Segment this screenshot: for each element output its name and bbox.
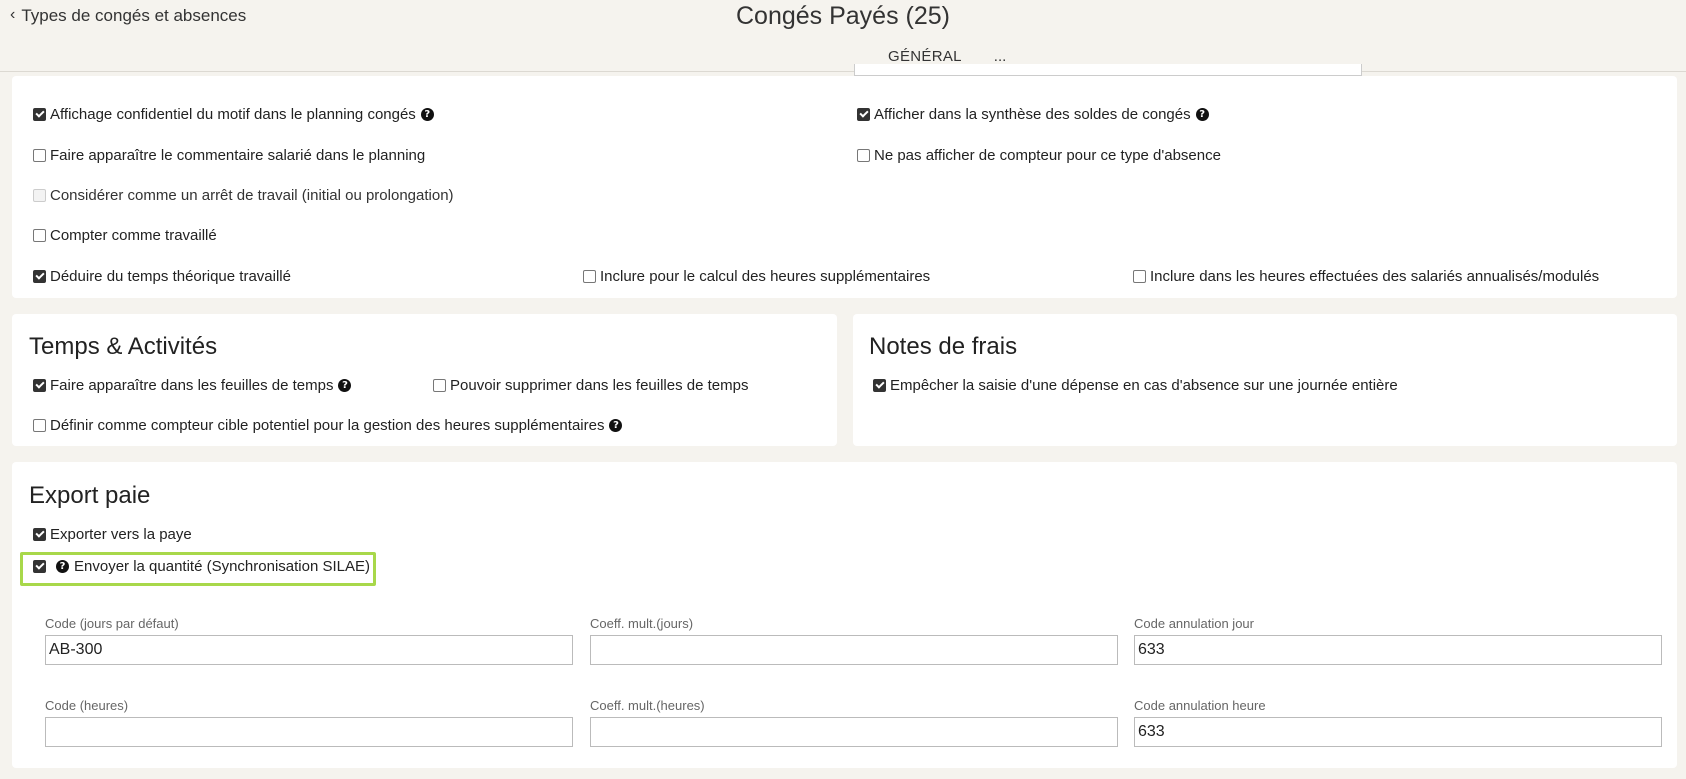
help-icon[interactable]: ? — [1195, 108, 1209, 121]
option-work-stoppage: Considérer comme un arrêt de travail (in… — [33, 187, 454, 204]
coeff-jours-input[interactable] — [590, 635, 1118, 665]
help-icon[interactable]: ? — [338, 379, 352, 392]
option-label: Considérer comme un arrêt de travail (in… — [50, 187, 454, 204]
checkbox[interactable] — [433, 379, 446, 392]
code-jours-input[interactable] — [45, 635, 573, 665]
field-label-code-heures: Code (heures) — [45, 698, 129, 713]
page-header: ‹ Types de congés et absences Congés Pay… — [0, 0, 1686, 72]
checkbox[interactable] — [33, 379, 46, 392]
field-label-code-annulation-heure: Code annulation heure — [1134, 698, 1266, 713]
code-annulation-jour-input[interactable] — [1134, 635, 1662, 665]
option-balance-summary[interactable]: Afficher dans la synthèse des soldes de … — [857, 106, 1209, 123]
help-icon[interactable]: ? — [609, 419, 623, 432]
help-icon[interactable]: ? — [56, 560, 69, 573]
checkbox[interactable] — [857, 149, 870, 162]
option-label: Affichage confidentiel du motif dans le … — [50, 106, 416, 123]
option-timesheet-delete[interactable]: Pouvoir supprimer dans les feuilles de t… — [433, 377, 748, 394]
option-label: Pouvoir supprimer dans les feuilles de t… — [450, 377, 749, 394]
option-label: Exporter vers la paye — [50, 526, 192, 543]
help-icon[interactable]: ? — [420, 108, 434, 121]
option-label: Ne pas afficher de compteur pour ce type… — [874, 147, 1221, 164]
checkbox[interactable] — [33, 270, 46, 283]
option-prevent-expense[interactable]: Empêcher la saisie d'une dépense en cas … — [873, 377, 1398, 394]
checkbox[interactable] — [583, 270, 596, 283]
option-no-counter[interactable]: Ne pas afficher de compteur pour ce type… — [857, 147, 1221, 164]
option-target-counter[interactable]: Définir comme compteur cible potentiel p… — [33, 417, 623, 434]
checkbox[interactable] — [873, 379, 886, 392]
section-title-export-paie: Export paie — [29, 482, 151, 509]
page-title: Congés Payés (25) — [735, 2, 950, 30]
option-overtime-calc[interactable]: Inclure pour le calcul des heures supplé… — [583, 268, 930, 285]
partial-input-field[interactable] — [854, 64, 1362, 76]
option-label: Envoyer la quantité (Synchronisation SIL… — [74, 558, 370, 575]
checkbox[interactable] — [33, 419, 46, 432]
option-label: Inclure dans les heures effectuées des s… — [1150, 268, 1600, 285]
option-label: Faire apparaître dans les feuilles de te… — [50, 377, 334, 394]
field-label-code-annulation-jour: Code annulation jour — [1134, 616, 1254, 631]
option-confidential-reason[interactable]: Affichage confidentiel du motif dans le … — [33, 106, 434, 123]
option-label: Inclure pour le calcul des heures supplé… — [600, 268, 931, 285]
code-annulation-heure-input[interactable] — [1134, 717, 1662, 747]
option-employee-comment[interactable]: Faire apparaître le commentaire salarié … — [33, 147, 425, 164]
checkbox[interactable] — [857, 108, 870, 121]
option-deduct-theoretical[interactable]: Déduire du temps théorique travaillé — [33, 268, 291, 285]
option-label: Faire apparaître le commentaire salarié … — [50, 147, 426, 164]
option-label: Définir comme compteur cible potentiel p… — [50, 417, 605, 434]
option-label: Afficher dans la synthèse des soldes de … — [874, 106, 1191, 123]
checkbox[interactable] — [33, 560, 46, 573]
checkbox[interactable] — [1133, 270, 1146, 283]
field-label-code-jours: Code (jours par défaut) — [45, 616, 179, 631]
code-heures-input[interactable] — [45, 717, 573, 747]
field-label-coeff-heures: Coeff. mult.(heures) — [590, 698, 705, 713]
option-label: Compter comme travaillé — [50, 227, 217, 244]
checkbox[interactable] — [33, 149, 46, 162]
section-title-notes-frais: Notes de frais — [869, 333, 1018, 360]
section-title-temps-activites: Temps & Activités — [29, 333, 218, 360]
option-export-payroll[interactable]: Exporter vers la paye — [33, 526, 192, 543]
option-label: Empêcher la saisie d'une dépense en cas … — [890, 377, 1398, 394]
coeff-heures-input[interactable] — [590, 717, 1118, 747]
option-count-as-worked[interactable]: Compter comme travaillé — [33, 227, 217, 244]
option-label: Déduire du temps théorique travaillé — [50, 268, 291, 285]
checkbox[interactable] — [33, 229, 46, 242]
field-label-coeff-jours: Coeff. mult.(jours) — [590, 616, 694, 631]
checkbox[interactable] — [33, 528, 46, 541]
option-annualized-hours[interactable]: Inclure dans les heures effectuées des s… — [1133, 268, 1599, 285]
option-timesheet-display[interactable]: Faire apparaître dans les feuilles de te… — [33, 377, 352, 394]
checkbox — [33, 189, 46, 202]
option-send-quantity[interactable]: ? Envoyer la quantité (Synchronisation S… — [33, 558, 370, 575]
checkbox[interactable] — [33, 108, 46, 121]
